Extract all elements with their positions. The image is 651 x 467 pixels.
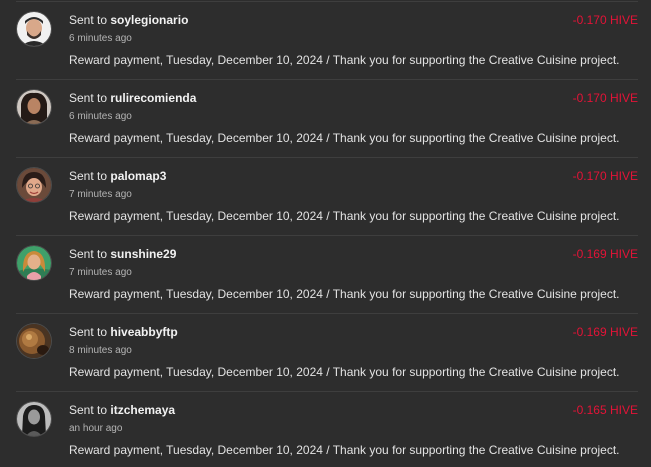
transfer-memo: Reward payment, Tuesday, December 10, 20…: [69, 53, 620, 67]
transfer-amount: -0.169 HIVE: [572, 247, 638, 261]
sent-prefix: Sent to: [69, 169, 108, 183]
sent-to-label: Sent to itzchemaya: [69, 403, 175, 417]
timestamp: 7 minutes ago: [69, 267, 132, 278]
user-avatar[interactable]: [17, 324, 51, 358]
transaction-row: Sent to rulirecomienda 6 minutes ago -0.…: [16, 79, 638, 157]
sent-prefix: Sent to: [69, 325, 108, 339]
transaction-row: Sent to hiveabbyftp 8 minutes ago -0.169…: [16, 313, 638, 391]
transfer-memo: Reward payment, Tuesday, December 10, 20…: [69, 287, 620, 301]
sent-prefix: Sent to: [69, 91, 108, 105]
recipient-username[interactable]: itzchemaya: [110, 403, 175, 417]
recipient-username[interactable]: hiveabbyftp: [110, 325, 177, 339]
sent-prefix: Sent to: [69, 403, 108, 417]
recipient-username[interactable]: sunshine29: [110, 247, 176, 261]
transfer-amount: -0.165 HIVE: [572, 403, 638, 417]
transfer-amount: -0.170 HIVE: [572, 13, 638, 27]
transaction-list: Sent to soylegionario 6 minutes ago -0.1…: [0, 0, 651, 467]
transfer-memo: Reward payment, Tuesday, December 10, 20…: [69, 443, 620, 457]
transfer-memo: Reward payment, Tuesday, December 10, 20…: [69, 209, 620, 223]
user-avatar[interactable]: [17, 402, 51, 436]
recipient-username[interactable]: rulirecomienda: [110, 91, 196, 105]
timestamp: 7 minutes ago: [69, 189, 132, 200]
user-avatar[interactable]: [17, 246, 51, 280]
sent-to-label: Sent to rulirecomienda: [69, 91, 196, 105]
recipient-username[interactable]: soylegionario: [110, 13, 188, 27]
recipient-username[interactable]: palomap3: [110, 169, 166, 183]
transfer-amount: -0.170 HIVE: [572, 91, 638, 105]
transaction-row: Sent to sunshine29 7 minutes ago -0.169 …: [16, 235, 638, 313]
transfer-amount: -0.169 HIVE: [572, 325, 638, 339]
timestamp: 6 minutes ago: [69, 111, 132, 122]
transfer-memo: Reward payment, Tuesday, December 10, 20…: [69, 365, 620, 379]
user-avatar[interactable]: [17, 12, 51, 46]
sent-to-label: Sent to soylegionario: [69, 13, 188, 27]
user-avatar[interactable]: [17, 90, 51, 124]
user-avatar[interactable]: [17, 168, 51, 202]
sent-prefix: Sent to: [69, 13, 108, 27]
sent-to-label: Sent to palomap3: [69, 169, 166, 183]
transaction-row: Sent to soylegionario 6 minutes ago -0.1…: [16, 1, 638, 79]
sent-prefix: Sent to: [69, 247, 108, 261]
timestamp: 8 minutes ago: [69, 345, 132, 356]
transfer-memo: Reward payment, Tuesday, December 10, 20…: [69, 131, 620, 145]
sent-to-label: Sent to sunshine29: [69, 247, 176, 261]
sent-to-label: Sent to hiveabbyftp: [69, 325, 178, 339]
transaction-row: Sent to palomap3 7 minutes ago -0.170 HI…: [16, 157, 638, 235]
timestamp: an hour ago: [69, 423, 123, 434]
timestamp: 6 minutes ago: [69, 33, 132, 44]
transfer-amount: -0.170 HIVE: [572, 169, 638, 183]
transaction-row: Sent to itzchemaya an hour ago -0.165 HI…: [16, 391, 638, 467]
